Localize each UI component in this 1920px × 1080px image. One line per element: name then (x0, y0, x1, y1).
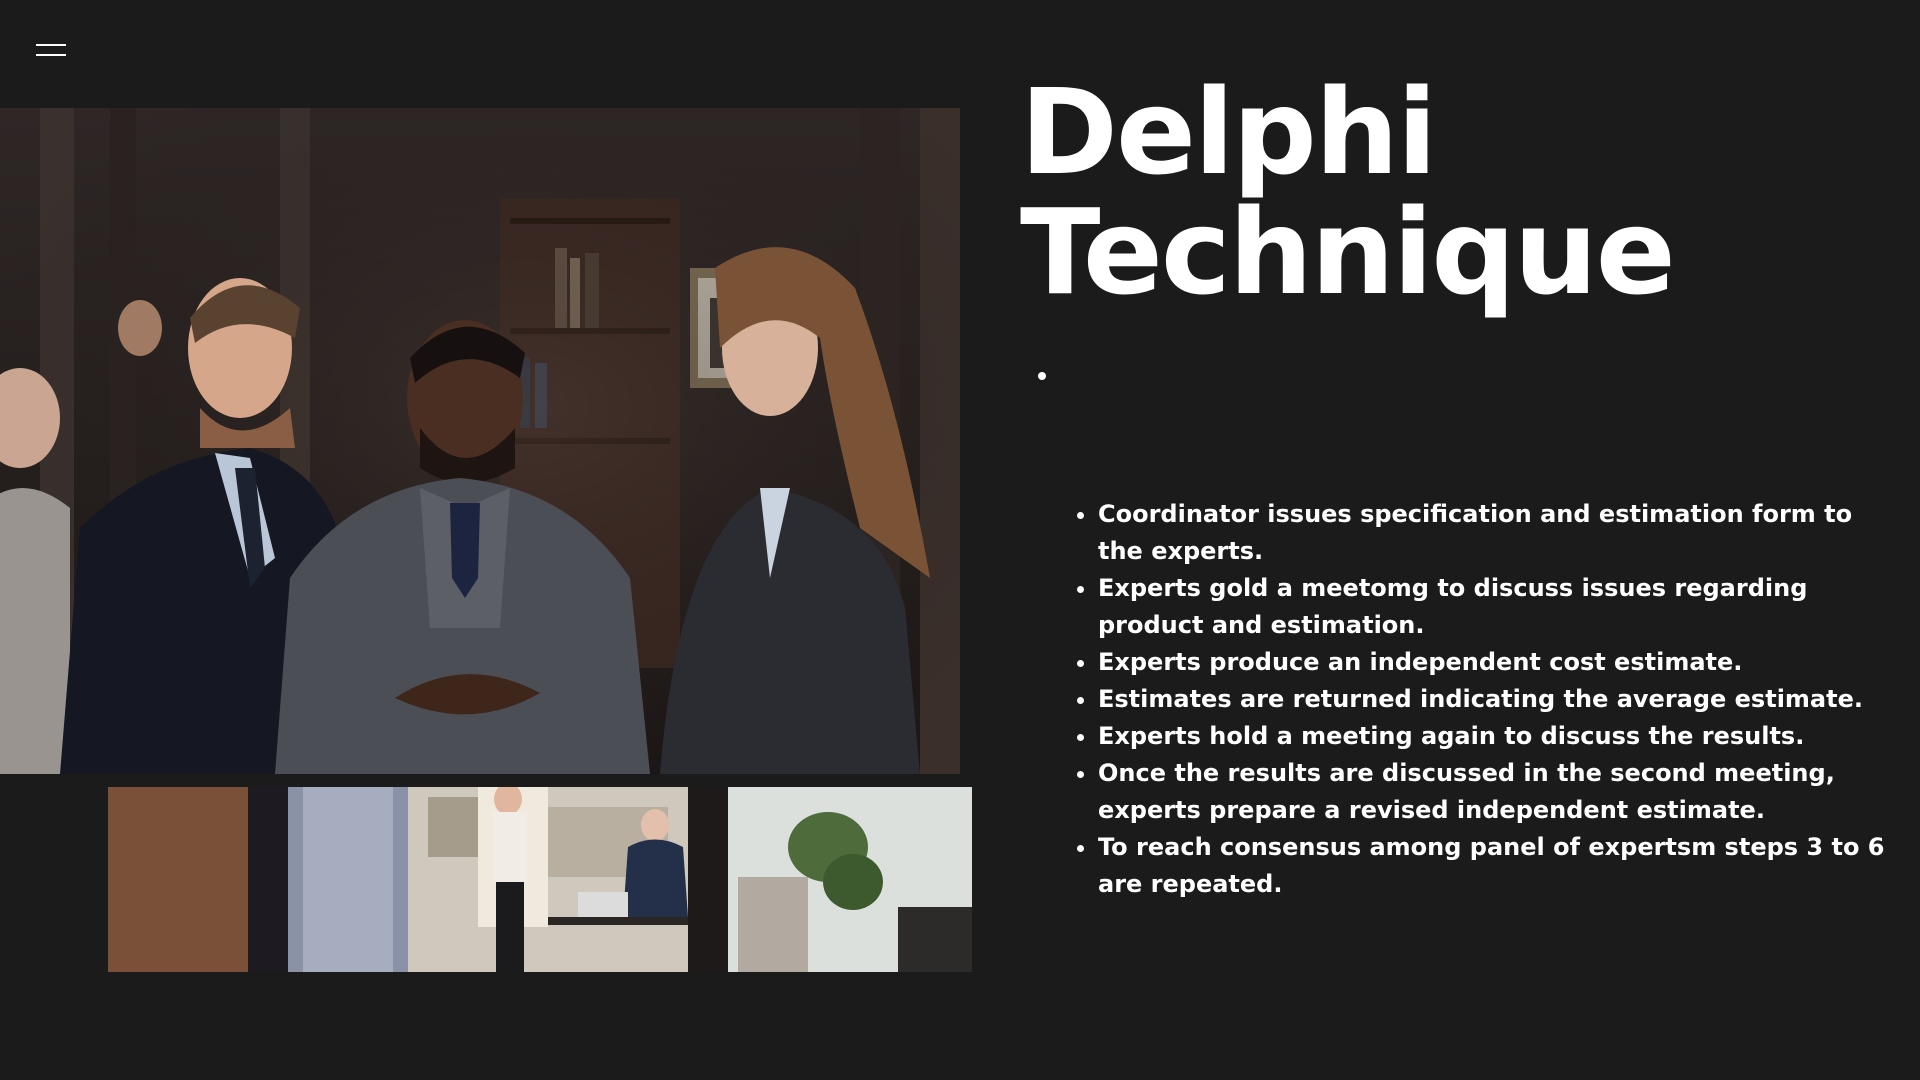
list-item: To reach consensus among panel of expert… (1098, 829, 1898, 903)
page-title: Delphi Technique (1020, 63, 1676, 321)
title-line-2: Technique (1020, 183, 1676, 321)
menu-line-bottom (36, 54, 66, 56)
office-strip-photo (108, 787, 972, 972)
menu-line-top (36, 44, 66, 46)
list-item: Coordinator issues specification and est… (1098, 496, 1898, 570)
title-line-1: Delphi (1020, 63, 1437, 201)
list-item: Estimates are returned indicating the av… (1098, 681, 1898, 718)
list-item: Experts hold a meeting again to discuss … (1098, 718, 1898, 755)
meeting-photo (0, 108, 960, 774)
list-item: Experts produce an independent cost esti… (1098, 644, 1898, 681)
empty-bullet-marker (1038, 372, 1046, 380)
bullet-list: Coordinator issues specification and est… (1066, 496, 1898, 903)
list-item: Once the results are discussed in the se… (1098, 755, 1898, 829)
hamburger-menu-icon[interactable] (30, 40, 76, 66)
list-item: Experts gold a meetomg to discuss issues… (1098, 570, 1898, 644)
